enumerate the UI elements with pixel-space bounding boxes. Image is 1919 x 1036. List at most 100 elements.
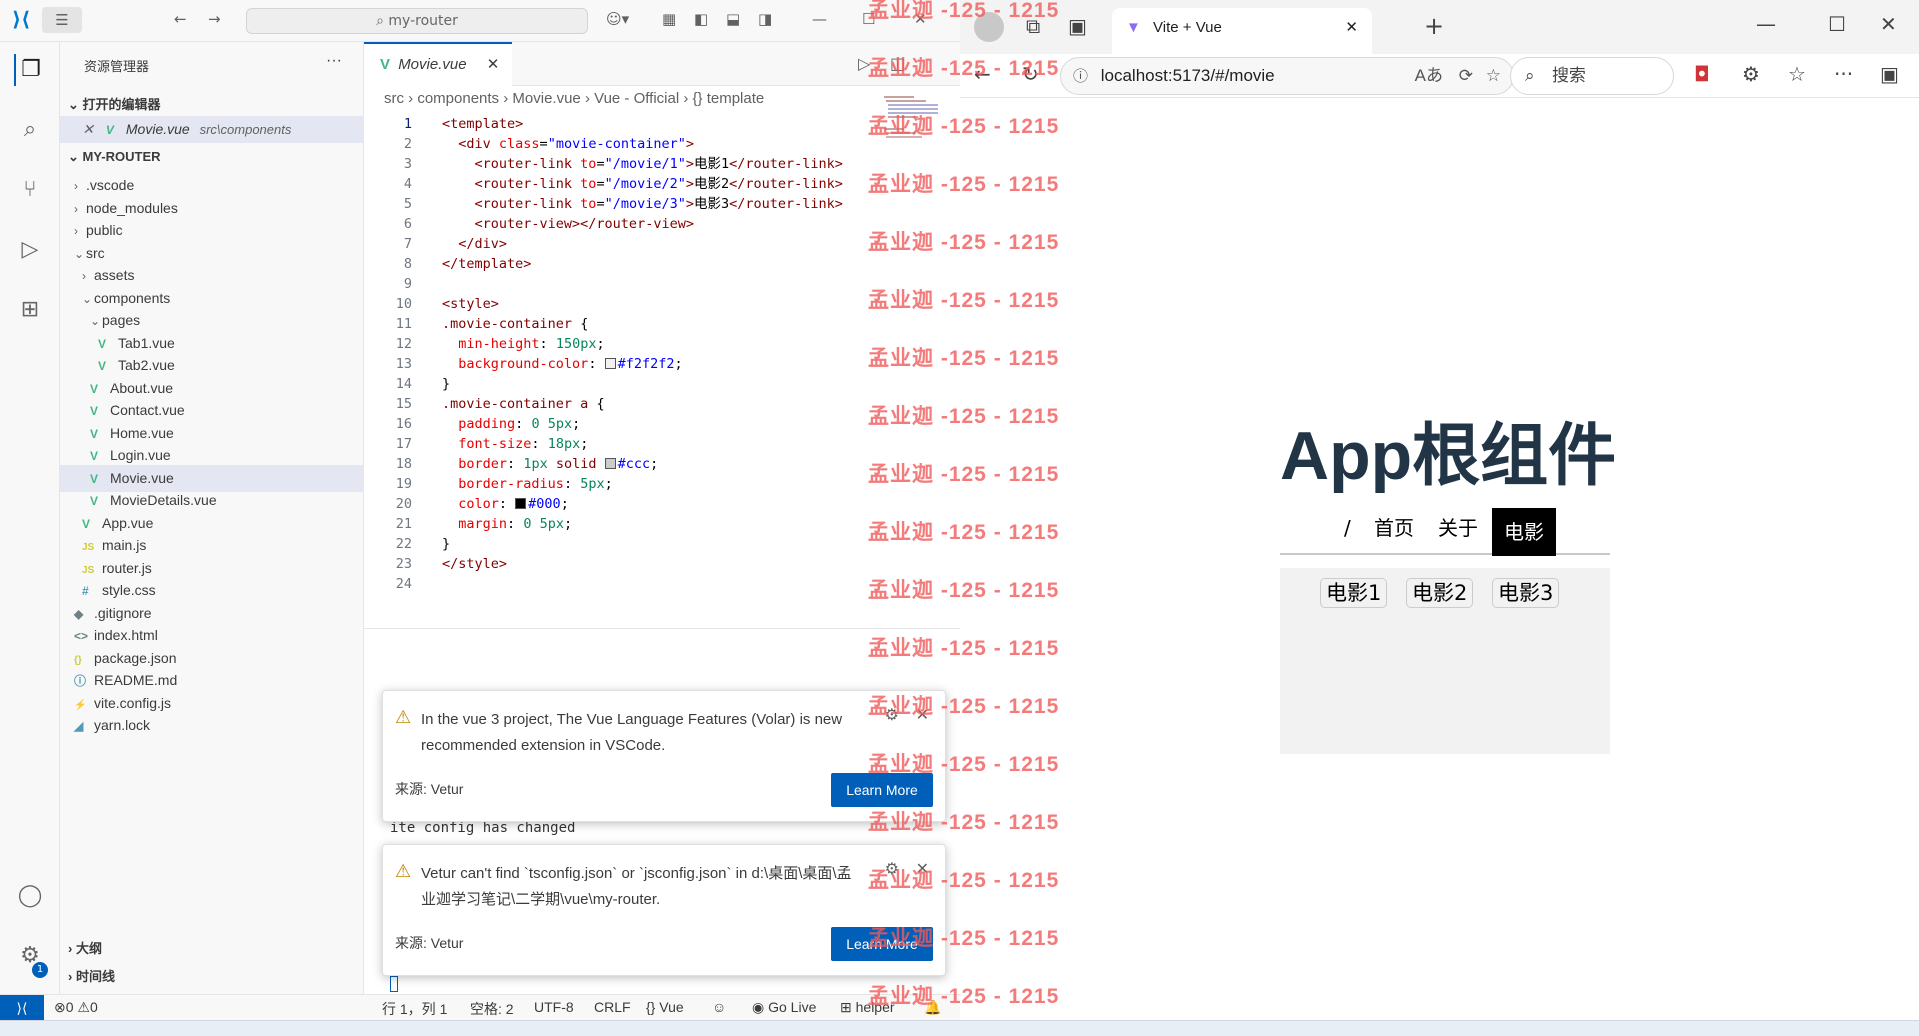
- close-window-icon[interactable]: ✕: [1880, 12, 1897, 36]
- menu-icon[interactable]: ☰: [42, 7, 82, 33]
- more-actions-icon[interactable]: ···: [326, 52, 342, 70]
- timeline-section[interactable]: › 时间线: [68, 966, 115, 985]
- code-line[interactable]: 4 <router-link to="/movie/2">电影2</router…: [364, 174, 884, 194]
- code-line[interactable]: 17 font-size: 18px;: [364, 434, 884, 454]
- breadcrumb-separator-icon: ›: [499, 90, 513, 107]
- search-icon[interactable]: ⌕: [14, 114, 46, 146]
- code-line[interactable]: 19 border-radius: 5px;: [364, 474, 884, 494]
- extensions-icon[interactable]: ⚙: [1742, 62, 1760, 86]
- code-line[interactable]: 24: [364, 574, 884, 594]
- learn-more-button[interactable]: Learn More: [831, 773, 933, 807]
- project-section[interactable]: ⌄ MY-ROUTER: [68, 149, 161, 165]
- code-line[interactable]: 12 min-height: 150px;: [364, 334, 884, 354]
- go-live-button[interactable]: ◉ Go Live: [752, 999, 816, 1016]
- vertical-tabs-icon[interactable]: ▣: [1068, 14, 1087, 38]
- code-editor[interactable]: 1 <template> 2 <div class="movie-container…: [364, 114, 884, 594]
- nav-link[interactable]: 关于: [1438, 513, 1478, 543]
- color-swatch[interactable]: [604, 358, 616, 369]
- translate-icon[interactable]: ⟳: [1459, 58, 1473, 94]
- minimize-icon[interactable]: —: [1756, 12, 1776, 36]
- layout-icon[interactable]: ▦: [662, 10, 676, 28]
- problems-indicator[interactable]: ⊗0 ⚠0: [54, 999, 98, 1016]
- code-line[interactable]: 22}: [364, 534, 884, 554]
- toggle-sidebar-icon[interactable]: ◧: [694, 10, 708, 28]
- encoding[interactable]: UTF-8: [534, 999, 574, 1015]
- copilot-icon[interactable]: ☺▾: [606, 10, 629, 28]
- open-editors-label: 打开的编辑器: [82, 97, 161, 112]
- close-tab-icon[interactable]: ✕: [487, 56, 500, 73]
- code-line[interactable]: 11 .movie-container {: [364, 314, 884, 334]
- code-line[interactable]: 15 .movie-container a {: [364, 394, 884, 414]
- tree-item[interactable]: ◢ yarn.lock: [60, 712, 364, 739]
- copilot-status-icon[interactable]: ☺: [712, 999, 726, 1015]
- maximize-icon[interactable]: ☐: [1828, 12, 1846, 36]
- favorites-icon[interactable]: ☆: [1788, 62, 1806, 86]
- breadcrumb-item[interactable]: src: [384, 90, 404, 107]
- code-line[interactable]: 1 <template>: [364, 114, 884, 134]
- line-ending[interactable]: CRLF: [594, 999, 631, 1015]
- nav-link[interactable]: 电影: [1492, 508, 1556, 556]
- breadcrumb-item[interactable]: {} template: [693, 90, 765, 107]
- new-tab-icon[interactable]: +: [1424, 12, 1444, 40]
- breadcrumb-item[interactable]: Vue - Official: [594, 90, 679, 107]
- browser-tab[interactable]: ▼ Vite + Vue ✕: [1112, 8, 1372, 54]
- code-line[interactable]: 2 <div class="movie-container">: [364, 134, 884, 154]
- breadcrumb-item[interactable]: components: [417, 90, 499, 107]
- back-arrow-icon[interactable]: ←: [174, 10, 187, 28]
- code-line[interactable]: 18 border: 1px solid #ccc;: [364, 454, 884, 474]
- forward-arrow-icon[interactable]: →: [208, 10, 221, 28]
- movie-link[interactable]: 电影2: [1406, 578, 1474, 608]
- cursor-position[interactable]: 行 1，列 1: [382, 999, 447, 1019]
- code-line[interactable]: 10 <style>: [364, 294, 884, 314]
- remote-indicator-icon[interactable]: ⟩⟨: [0, 995, 44, 1021]
- code-line[interactable]: 6 <router-view></router-view>: [364, 214, 884, 234]
- color-swatch[interactable]: [515, 498, 527, 509]
- toggle-panel-icon[interactable]: ⬓: [726, 10, 740, 28]
- movie-link[interactable]: 电影1: [1320, 578, 1388, 608]
- extensions-icon[interactable]: ⊞: [14, 294, 46, 326]
- extension-pocket-icon[interactable]: ◘: [1694, 62, 1710, 86]
- indentation[interactable]: 空格: 2: [470, 999, 514, 1019]
- read-aloud-icon[interactable]: Aあ: [1415, 58, 1443, 94]
- toggle-secondary-sidebar-icon[interactable]: ◨: [758, 10, 772, 28]
- code-line[interactable]: 21 margin: 0 5px;: [364, 514, 884, 534]
- sidebar-icon[interactable]: ▣: [1880, 62, 1899, 86]
- open-editors-section[interactable]: ⌄ 打开的编辑器: [68, 94, 161, 113]
- breadcrumb-item[interactable]: Movie.vue: [512, 90, 580, 107]
- code-line[interactable]: 23 </style>: [364, 554, 884, 574]
- breadcrumb-separator-icon: ›: [679, 90, 693, 107]
- source-control-icon[interactable]: ⑂: [14, 174, 46, 206]
- address-bar[interactable]: ⓘ localhost:5173/#/movie Aあ ⟳ ☆: [1060, 57, 1514, 95]
- code-line[interactable]: 20 color: #000;: [364, 494, 884, 514]
- favorite-star-icon[interactable]: ☆: [1486, 58, 1501, 94]
- nav-link[interactable]: /: [1344, 513, 1351, 543]
- tab-label: Movie.vue: [398, 56, 467, 73]
- code-line[interactable]: 7 </div>: [364, 234, 884, 254]
- nav-link[interactable]: 首页: [1374, 513, 1414, 543]
- run-debug-icon[interactable]: ▷: [14, 234, 46, 266]
- outline-section[interactable]: › 大纲: [68, 938, 102, 957]
- language-mode[interactable]: {} Vue: [646, 999, 684, 1015]
- code-line[interactable]: 8 </template>: [364, 254, 884, 274]
- code-text: </template>: [442, 256, 532, 272]
- command-center-search[interactable]: ⌕ my-router: [246, 8, 588, 34]
- code-line[interactable]: 16 padding: 0 5px;: [364, 414, 884, 434]
- more-menu-icon[interactable]: ···: [1834, 62, 1853, 86]
- open-editor-path: src\components: [199, 122, 292, 137]
- open-editor-item[interactable]: ✕ V Movie.vue src\components: [60, 116, 364, 143]
- code-line[interactable]: 13 background-color: #f2f2f2;: [364, 354, 884, 374]
- search-box[interactable]: ⌕ 搜索: [1510, 57, 1674, 95]
- color-swatch[interactable]: [604, 458, 616, 469]
- close-tab-icon[interactable]: ✕: [1345, 8, 1358, 48]
- line-number: 23: [395, 556, 412, 572]
- code-line[interactable]: 14}: [364, 374, 884, 394]
- explorer-icon[interactable]: ❐: [14, 54, 46, 86]
- close-icon[interactable]: ✕: [60, 116, 94, 143]
- code-line[interactable]: 5 <router-link to="/movie/3">电影3</router…: [364, 194, 884, 214]
- code-line[interactable]: 9: [364, 274, 884, 294]
- account-icon[interactable]: ◯: [14, 880, 46, 912]
- movie-link[interactable]: 电影3: [1492, 578, 1560, 608]
- code-line[interactable]: 3 <router-link to="/movie/1">电影1</router…: [364, 154, 884, 174]
- minimize-icon[interactable]: —: [812, 10, 827, 28]
- tab-movie-vue[interactable]: V Movie.vue ✕: [364, 42, 512, 86]
